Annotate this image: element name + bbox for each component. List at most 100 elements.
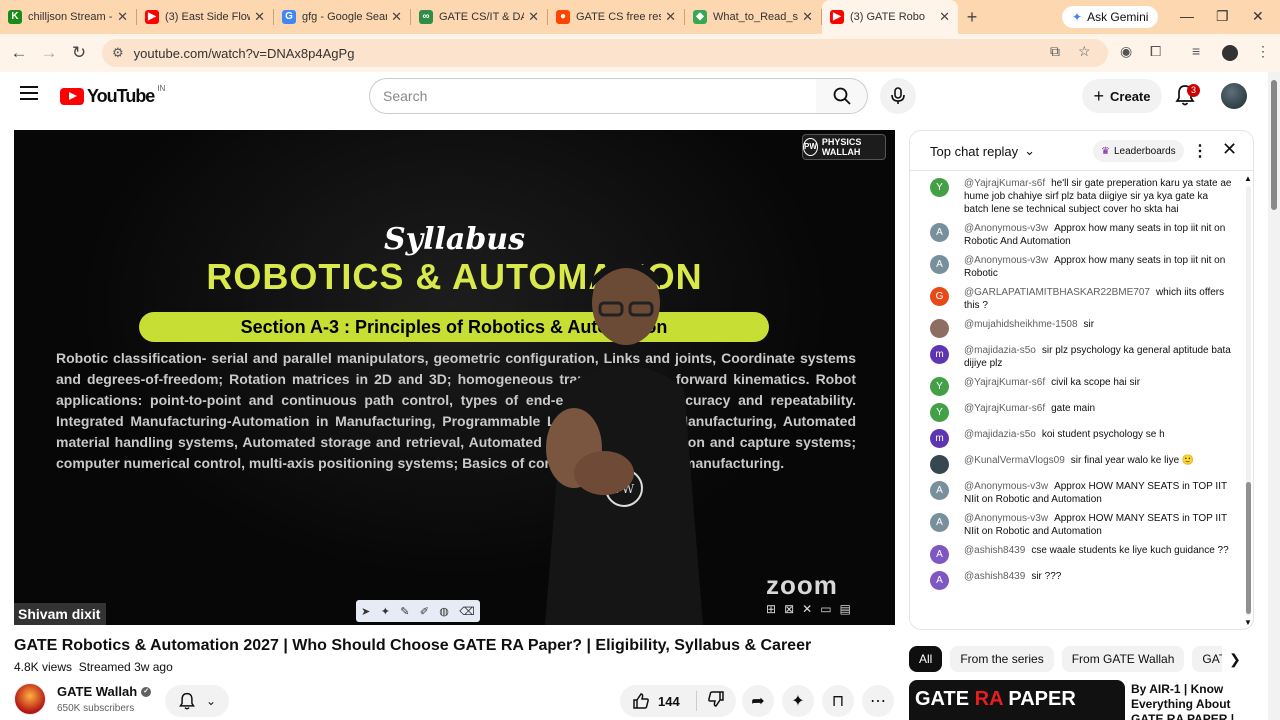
forward-icon[interactable]: → — [34, 43, 64, 63]
tab-close-icon[interactable]: ✕ — [528, 9, 539, 25]
chat-author-name[interactable]: @YajrajKumar-s6f — [964, 377, 1045, 388]
browser-tab[interactable]: Kchilljson Stream - ✕ — [0, 0, 136, 34]
chat-author-name[interactable]: @GARLAPATIAMITBHASKAR22BME707 — [964, 287, 1150, 298]
tab-close-icon[interactable]: ✕ — [665, 9, 676, 25]
chat-message[interactable]: A @Anonymous-v3w Approx how many seats in … — [910, 251, 1245, 283]
save-button[interactable]: ⊓ — [822, 685, 854, 717]
chat-author-avatar[interactable]: Y — [930, 178, 949, 197]
chat-mode-dropdown[interactable]: Top chat replay ⌄ — [930, 143, 1035, 159]
voice-search-button[interactable] — [880, 78, 916, 114]
page-scrollbar[interactable] — [1268, 72, 1280, 720]
chat-author-avatar[interactable]: A — [930, 255, 949, 274]
chat-author-name[interactable]: @majidazia-s5o — [964, 429, 1036, 440]
chat-author-name[interactable]: @mujahidsheikhme-1508 — [964, 319, 1078, 330]
url-bar[interactable]: ⚙ youtube.com/watch?v=DNAx8p4AgPg — [102, 39, 1108, 67]
filter-chip[interactable]: From GATE Wallah — [1061, 646, 1185, 672]
chat-menu-icon[interactable]: ⋮ — [1192, 141, 1208, 161]
puzzle-icon[interactable]: ⧠ — [1150, 43, 1161, 60]
close-window-icon[interactable]: ✕ — [1252, 8, 1264, 25]
dislike-button[interactable] — [697, 690, 725, 713]
youtube-logo[interactable]: YouTube IN — [60, 84, 165, 107]
tab-close-icon[interactable]: ✕ — [391, 9, 402, 25]
chat-message[interactable]: A @ashish8439 cse waale students ke liye k… — [910, 541, 1245, 567]
chat-message[interactable]: A @Anonymous-v3w Approx HOW MANY SEATS in … — [910, 477, 1245, 509]
chat-scroll-thumb[interactable] — [1246, 482, 1251, 614]
bookmark-star-icon[interactable]: ☆ — [1078, 43, 1091, 60]
chat-author-avatar[interactable]: m — [930, 345, 949, 364]
chat-message[interactable]: A @Anonymous-v3w Approx HOW MANY SEATS in … — [910, 509, 1245, 541]
chat-author-name[interactable]: @KunalVermaVlogs09 — [964, 455, 1065, 466]
close-icon[interactable]: ✕ — [1222, 139, 1237, 160]
search-button[interactable] — [816, 78, 868, 114]
recommendation-title[interactable]: By AIR-1 | Know Everything About GATE RA… — [1131, 682, 1261, 720]
menu-icon[interactable] — [20, 86, 38, 104]
video-player[interactable]: Syllabus ROBOTICS & AUTOMATION Section A… — [14, 130, 895, 625]
chat-message[interactable]: G @GARLAPATIAMITBHASKAR22BME707 which iits… — [910, 283, 1245, 315]
chat-message[interactable]: A @ashish8439 sir ??? — [910, 567, 1245, 593]
chat-author-name[interactable]: @YajrajKumar-s6f — [964, 178, 1045, 189]
channel-name-link[interactable]: GATE Wallah ✓ — [57, 684, 152, 699]
new-tab-button[interactable]: + — [958, 7, 986, 28]
chat-author-avatar[interactable]: A — [930, 545, 949, 564]
like-button[interactable]: 144 — [620, 692, 696, 710]
browser-tab[interactable]: ● GATE CS free reso ✕ — [548, 0, 684, 34]
chat-author-avatar[interactable] — [930, 319, 949, 338]
chat-author-name[interactable]: @ashish8439 — [964, 545, 1025, 556]
chat-message[interactable]: Y @YajrajKumar-s6f he'll sir gate preperat… — [910, 174, 1245, 219]
reload-icon[interactable]: ↻ — [64, 43, 94, 63]
chat-message[interactable]: @mujahidsheikhme-1508 sir — [910, 315, 1245, 341]
chat-author-avatar[interactable]: G — [930, 287, 949, 306]
ask-gemini-button[interactable]: ✦ Ask Gemini — [1062, 6, 1159, 28]
browser-tab[interactable]: ◆ What_to_Read_se ✕ — [685, 0, 821, 34]
extension-icon[interactable]: ◉ — [1120, 43, 1132, 60]
chat-author-name[interactable]: @Anonymous-v3w — [964, 513, 1048, 524]
chat-message[interactable]: A @Anonymous-v3w Approx how many seats in … — [910, 219, 1245, 251]
minimize-icon[interactable]: — — [1180, 8, 1194, 24]
profile-icon[interactable] — [1222, 45, 1238, 61]
browser-menu-icon[interactable]: ⋮ — [1256, 43, 1270, 60]
chat-author-name[interactable]: @Anonymous-v3w — [964, 481, 1048, 492]
back-icon[interactable]: ← — [4, 43, 34, 63]
browser-tab[interactable]: ∞ GATE CS/IT & DA ✕ — [411, 0, 547, 34]
more-actions-button[interactable]: ⋯ — [862, 685, 894, 717]
tab-close-icon[interactable]: ✕ — [254, 9, 265, 25]
chat-message[interactable]: m @majidazia-s5o koi student psychology se… — [910, 425, 1245, 451]
filter-chip[interactable]: From the series — [950, 646, 1054, 672]
chat-author-avatar[interactable]: A — [930, 481, 949, 500]
tab-close-icon[interactable]: ✕ — [802, 9, 813, 25]
account-avatar[interactable] — [1221, 83, 1247, 109]
chat-author-avatar[interactable]: Y — [930, 403, 949, 422]
tab-close-icon[interactable]: ✕ — [117, 9, 128, 25]
chat-author-avatar[interactable] — [930, 455, 949, 474]
subscription-bell-button[interactable]: ⌄ — [165, 685, 229, 717]
maximize-icon[interactable]: ❐ — [1216, 8, 1229, 25]
page-scrollbar-thumb[interactable] — [1271, 80, 1277, 210]
chat-author-avatar[interactable]: A — [930, 223, 949, 242]
chat-author-name[interactable]: @majidazia-s5o — [964, 345, 1036, 356]
chat-scrollbar[interactable]: ▲ ▼ — [1243, 174, 1253, 629]
browser-tab[interactable]: Ggfg - Google Sear ✕ — [274, 0, 410, 34]
filter-chip[interactable]: All — [909, 646, 943, 672]
media-icon[interactable]: ≡ — [1192, 43, 1200, 59]
channel-avatar[interactable] — [14, 683, 46, 715]
install-icon[interactable]: ⧉ — [1050, 43, 1060, 60]
browser-tab[interactable]: ▶ (3) East Side Flow ✕ — [137, 0, 273, 34]
create-button[interactable]: + Create — [1082, 79, 1162, 113]
chat-message[interactable]: Y @YajrajKumar-s6f civil ka scope hai sir — [910, 373, 1245, 399]
chat-author-name[interactable]: @ashish8439 — [964, 571, 1025, 582]
ask-button[interactable]: ✦ — [782, 685, 814, 717]
chat-author-avatar[interactable]: m — [930, 429, 949, 448]
recommendation-thumbnail[interactable]: GATE RA PAPER — [909, 680, 1125, 720]
search-input[interactable]: Search — [369, 78, 817, 114]
chat-message-list[interactable]: Y @YajrajKumar-s6f he'll sir gate preperat… — [910, 174, 1245, 629]
chevron-right-icon[interactable]: ❯ — [1222, 646, 1248, 672]
chat-author-name[interactable]: @YajrajKumar-s6f — [964, 403, 1045, 414]
chat-message[interactable]: m @majidazia-s5o sir plz psychology ka gen… — [910, 341, 1245, 373]
browser-tab[interactable]: ▶ (3) GATE Robo ✕ — [822, 0, 958, 34]
leaderboards-button[interactable]: ♛ Leaderboards — [1093, 140, 1184, 162]
chat-author-avatar[interactable]: A — [930, 571, 949, 590]
scroll-down-icon[interactable]: ▼ — [1244, 618, 1252, 627]
chat-author-avatar[interactable]: A — [930, 513, 949, 532]
tab-close-icon[interactable]: ✕ — [939, 9, 950, 25]
share-button[interactable]: ➦ — [742, 685, 774, 717]
